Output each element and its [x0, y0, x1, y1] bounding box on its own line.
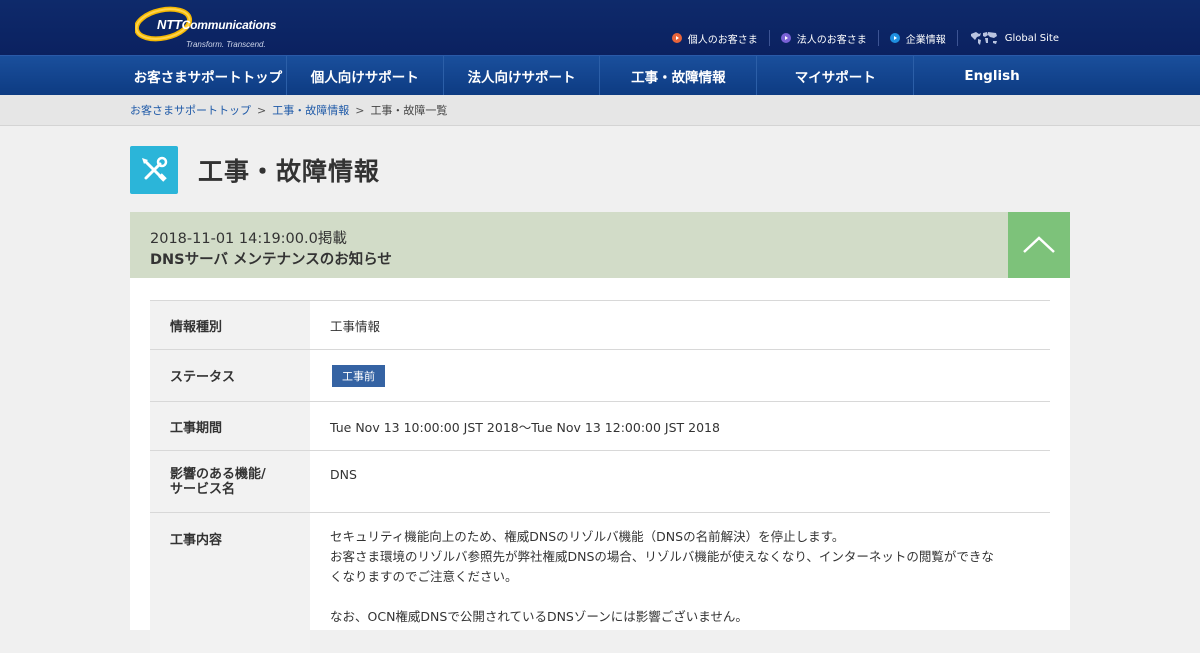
content-line: セキュリティ機能向上のため、権威DNSのリゾルバ機能（DNSの名前解決）を停止し…: [330, 529, 845, 544]
util-link-label: Global Site: [1004, 32, 1059, 44]
collapse-button[interactable]: [1008, 212, 1070, 278]
row-label-status: ステータス: [150, 350, 310, 401]
table-row: ステータス 工事前: [150, 350, 1050, 402]
row-label-period: 工事期間: [150, 402, 310, 450]
content-line: くなりますのでご注意ください。: [330, 569, 518, 584]
row-value-period: Tue Nov 13 10:00:00 JST 2018〜Tue Nov 13 …: [330, 419, 720, 435]
table-row: 工事内容 セキュリティ機能向上のため、権威DNSのリゾルバ機能（DNSの名前解決…: [150, 513, 1050, 653]
row-label-type: 情報種別: [150, 301, 310, 349]
tools-icon: [130, 146, 178, 194]
site-header: NTTCommunications Transform. Transcend. …: [0, 0, 1200, 55]
notice-title: DNSサーバ メンテナンスのお知らせ: [150, 252, 392, 268]
info-table: 情報種別 工事情報 ステータス 工事前 工事期間 Tue Nov 13 10:0…: [150, 300, 1050, 653]
nav-item-personal-support[interactable]: 個人向けサポート: [285, 56, 443, 95]
breadcrumb-separator: >: [355, 103, 365, 117]
table-row: 情報種別 工事情報: [150, 301, 1050, 350]
nav-item-english[interactable]: English: [913, 56, 1070, 95]
row-label-service-line2: サービス名: [170, 481, 236, 497]
util-link-corporate[interactable]: 企業情報: [877, 30, 957, 46]
util-link-label: 法人のお客さま: [796, 34, 867, 46]
arrow-circle-icon: [671, 33, 682, 43]
content-line: お客さま環境のリゾルバ参照先が弊社権威DNSの場合、リゾルバ機能が使えなくなり、…: [330, 549, 994, 564]
arrow-circle-icon: [889, 33, 900, 43]
world-map-icon: [970, 32, 997, 45]
row-label-service-line1: 影響のある機能/: [170, 466, 266, 482]
breadcrumb: お客さまサポートトップ > 工事・故障情報 > 工事・故障一覧: [0, 95, 1200, 126]
posted-date: 2018-11-01 14:19:00.0掲載: [150, 231, 347, 247]
ntt-communications-logo[interactable]: NTTCommunications Transform. Transcend.: [135, 4, 277, 52]
notice-header: 2018-11-01 14:19:00.0掲載 DNSサーバ メンテナンスのお知…: [130, 212, 1070, 278]
page-title: 工事・故障情報: [198, 157, 381, 186]
nav-item-business-support[interactable]: 法人向けサポート: [442, 56, 600, 95]
global-nav: お客さまサポートトップ 個人向けサポート 法人向けサポート 工事・故障情報 マイ…: [0, 55, 1200, 95]
util-link-global-site[interactable]: Global Site: [956, 30, 1070, 46]
breadcrumb-separator: >: [257, 103, 267, 117]
logo-tagline: Transform. Transcend.: [186, 40, 266, 49]
util-link-business[interactable]: 法人のお客さま: [768, 30, 878, 46]
util-link-label: 個人のお客さま: [687, 34, 758, 46]
row-value-type: 工事情報: [330, 318, 381, 334]
row-value-status: 工事前: [310, 350, 1050, 401]
row-label-service: 影響のある機能/ サービス名: [150, 451, 310, 512]
logo-wordmark: NTTCommunications: [157, 17, 277, 32]
row-value-service: DNS: [330, 467, 357, 482]
nav-item-my-support[interactable]: マイサポート: [756, 56, 913, 95]
nav-item-support-top[interactable]: お客さまサポートトップ: [130, 56, 286, 95]
util-link-label: 企業情報: [905, 34, 946, 46]
nav-item-maintenance-info[interactable]: 工事・故障情報: [599, 56, 756, 95]
breadcrumb-current: 工事・故障一覧: [370, 104, 448, 117]
utility-links: 個人のお客さま 法人のお客さま 企業情報 Global Site: [661, 30, 1070, 46]
util-link-personal[interactable]: 個人のお客さま: [661, 30, 769, 46]
status-badge: 工事前: [332, 364, 385, 387]
chevron-up-icon: [1023, 236, 1055, 253]
table-row: 影響のある機能/ サービス名 DNS: [150, 451, 1050, 513]
row-value-content: セキュリティ機能向上のため、権威DNSのリゾルバ機能（DNSの名前解決）を停止し…: [310, 513, 1050, 653]
notice-body: 情報種別 工事情報 ステータス 工事前 工事期間 Tue Nov 13 10:0…: [130, 278, 1070, 653]
table-row: 工事期間 Tue Nov 13 10:00:00 JST 2018〜Tue No…: [150, 402, 1050, 451]
row-label-content: 工事内容: [150, 513, 310, 653]
content-line: なお、OCN権威DNSで公開されているDNSゾーンには影響ございません。: [330, 609, 748, 624]
breadcrumb-link-support-top[interactable]: お客さまサポートトップ: [130, 102, 251, 118]
arrow-circle-icon: [780, 33, 791, 43]
page-title-row: 工事・故障情報: [130, 146, 380, 194]
breadcrumb-link-maintenance-info[interactable]: 工事・故障情報: [272, 102, 349, 118]
